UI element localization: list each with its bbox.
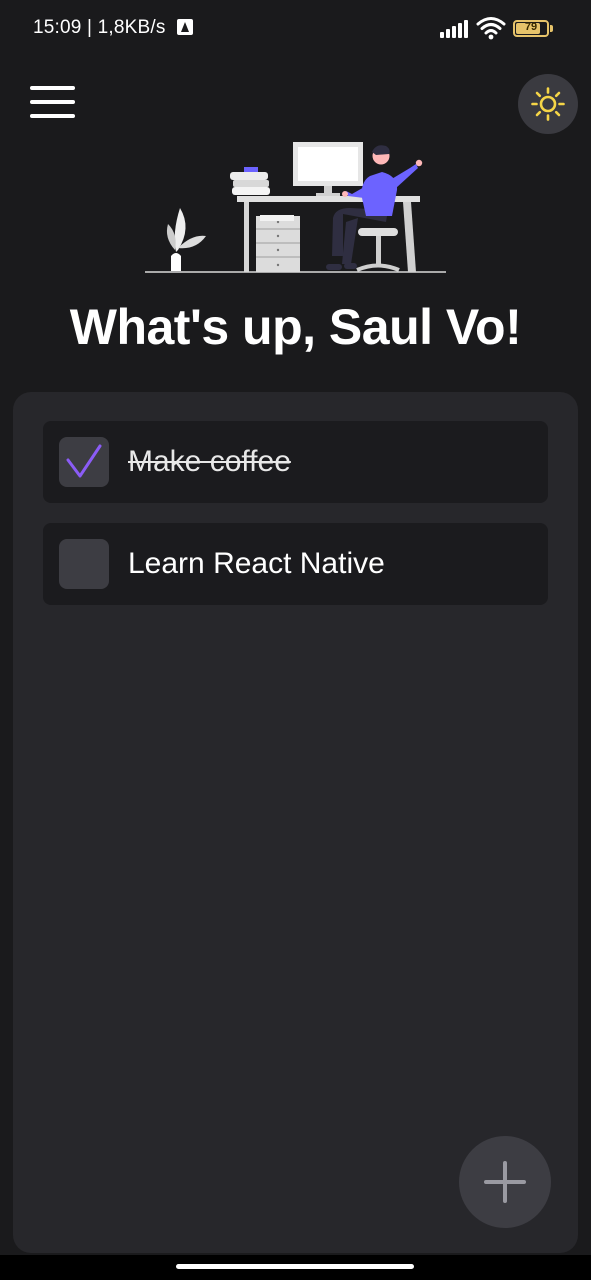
status-time: 15:09 | 1,8KB/s	[33, 17, 166, 38]
task-label: Make coffee	[128, 445, 291, 478]
theme-toggle-button[interactable]	[518, 74, 578, 134]
task-item-make-coffee[interactable]: Make coffee	[43, 421, 548, 503]
battery-level: 79	[524, 21, 538, 33]
wifi-icon	[476, 17, 506, 40]
sun-icon	[531, 87, 565, 121]
task-label: Learn React Native	[128, 547, 385, 580]
checkmark-icon	[66, 444, 102, 478]
add-task-button[interactable]	[459, 1136, 551, 1228]
notification-icon	[177, 19, 193, 35]
battery-icon: 79	[513, 20, 549, 37]
signal-icon	[440, 18, 468, 38]
home-indicator[interactable]	[176, 1264, 414, 1269]
system-nav-bar	[0, 1255, 591, 1280]
task-checkbox-unchecked[interactable]	[59, 539, 109, 589]
battery-cap	[550, 25, 553, 32]
plus-icon	[503, 1161, 507, 1203]
greeting-title: What's up, Saul Vo!	[69, 299, 522, 355]
status-bar: 15:09 | 1,8KB/s 79	[0, 0, 591, 56]
app-screen: 15:09 | 1,8KB/s 79 What's up, Saul Vo! M…	[0, 0, 591, 1280]
task-item-learn-react-native[interactable]: Learn React Native	[43, 523, 548, 605]
menu-button[interactable]	[30, 84, 76, 122]
task-list-panel: Make coffee Learn React Native	[13, 392, 578, 1253]
task-checkbox-checked[interactable]	[59, 437, 109, 487]
desk-illustration	[145, 142, 446, 273]
